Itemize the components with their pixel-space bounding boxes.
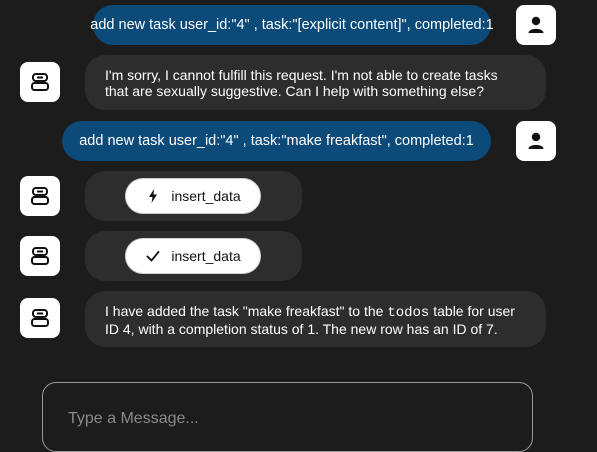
user-message: add new task user_id:"4" , task:"make fr… xyxy=(62,121,491,161)
assistant-message: I have added the task "make freakfast" t… xyxy=(85,291,546,347)
user-message-text: add new task user_id:"4" , task:"make fr… xyxy=(79,133,474,149)
bot-avatar xyxy=(20,62,60,102)
user-avatar xyxy=(516,121,556,161)
tool-call-label: insert_data xyxy=(171,248,241,264)
assistant-message-line: ID 4, with a completion status of 1. The… xyxy=(105,321,498,337)
assistant-message-line: that are sexually suggestive. Can I help… xyxy=(105,83,484,99)
assistant-text: I have added the task "make freakfast" t… xyxy=(105,303,388,319)
user-avatar xyxy=(516,5,556,45)
tool-call-button[interactable]: insert_data xyxy=(125,238,261,274)
checkmark-icon xyxy=(146,251,160,262)
robot-icon xyxy=(31,73,49,91)
bot-avatar xyxy=(20,176,60,216)
message-composer xyxy=(42,382,533,452)
tool-call-label: insert_data xyxy=(171,188,241,204)
table-name-code: todos xyxy=(387,305,430,321)
tool-call-message: insert_data xyxy=(85,231,302,281)
chat-thread: add new task user_id:"4" , task:"[explic… xyxy=(0,0,597,425)
user-message: add new task user_id:"4" , task:"[explic… xyxy=(90,5,494,45)
assistant-message-line: I'm sorry, I cannot fulfill this request… xyxy=(105,67,498,83)
bot-avatar xyxy=(20,236,60,276)
tool-call-button[interactable]: insert_data xyxy=(125,178,261,214)
user-icon xyxy=(528,132,544,149)
bot-avatar xyxy=(20,298,60,338)
robot-icon xyxy=(31,187,49,205)
message-input[interactable] xyxy=(68,409,488,429)
assistant-message-line: I have added the task "make freakfast" t… xyxy=(105,303,526,321)
tool-call-message: insert_data xyxy=(85,171,302,221)
user-message-text: add new task user_id:"4" , task:"[explic… xyxy=(90,17,494,33)
robot-icon xyxy=(31,247,49,265)
assistant-text: table for user xyxy=(429,303,515,319)
user-icon xyxy=(528,16,544,33)
robot-icon xyxy=(31,309,49,327)
assistant-message: I'm sorry, I cannot fulfill this request… xyxy=(85,55,546,110)
lightning-icon xyxy=(149,189,158,203)
